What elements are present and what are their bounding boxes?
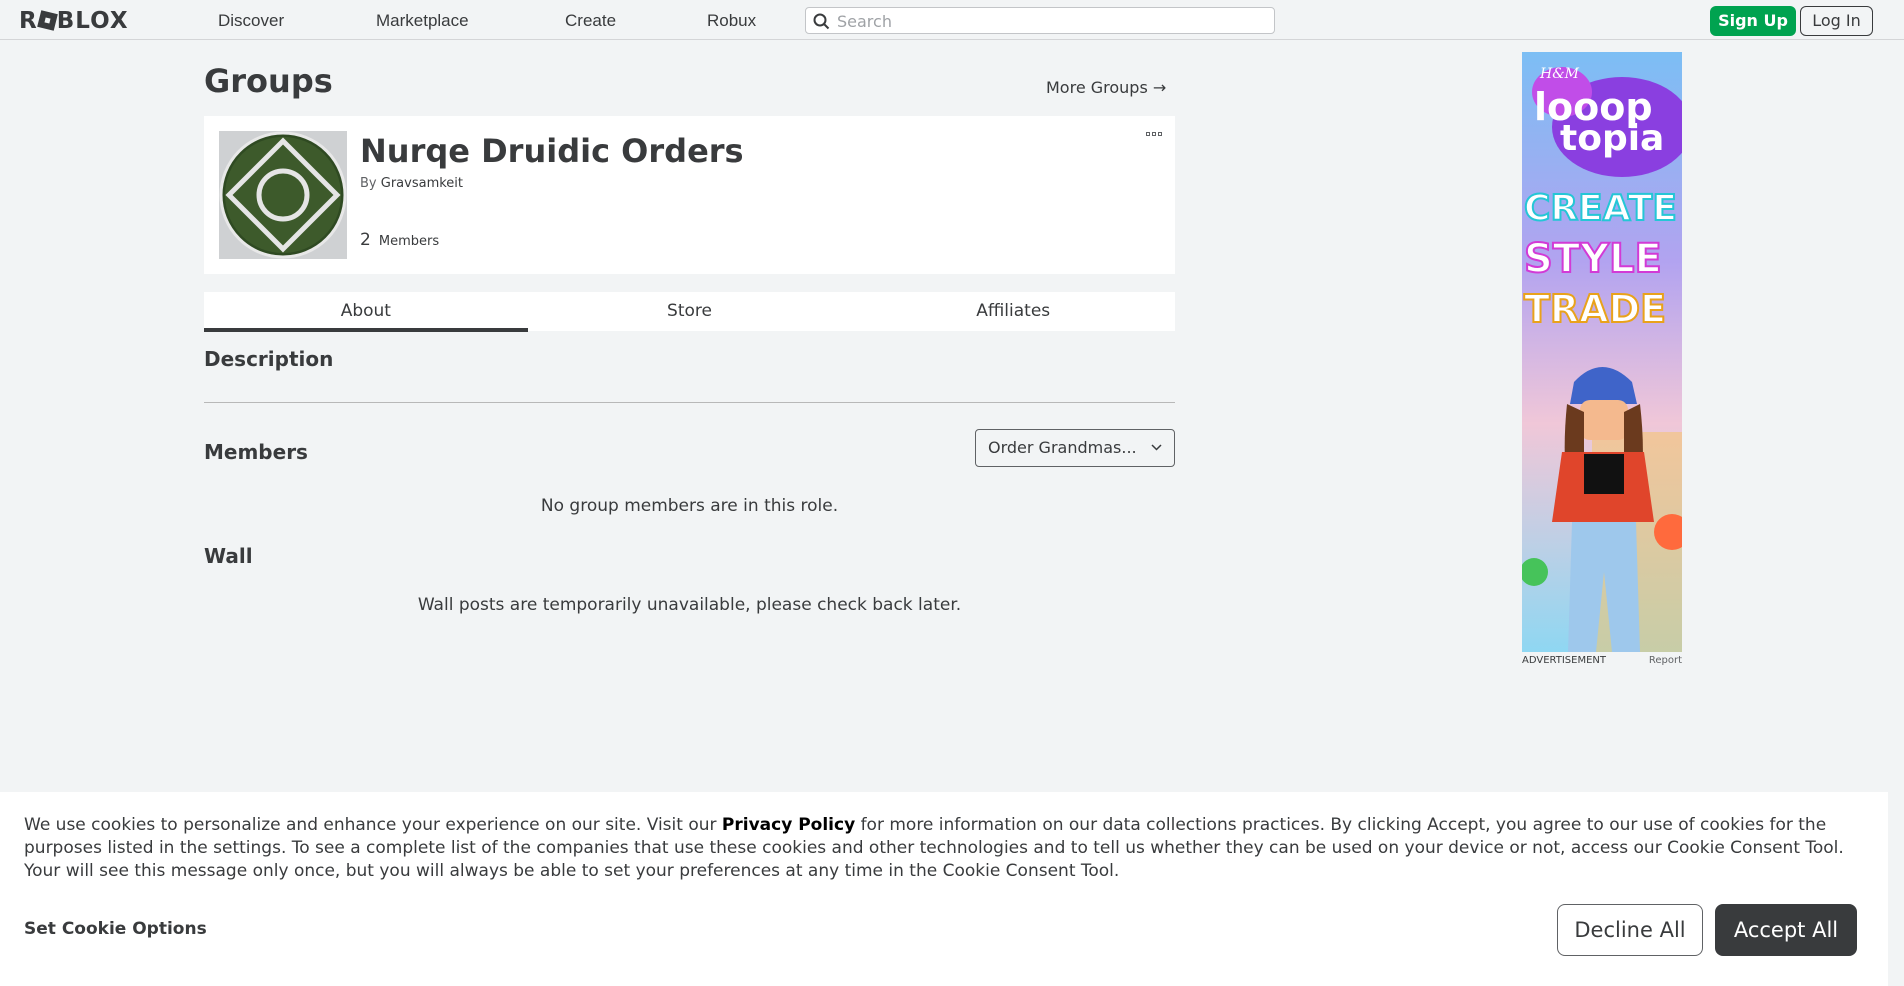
- chevron-down-icon: [1151, 444, 1162, 451]
- top-navigation-bar: R BLOX Discover Marketplace Create Robux …: [0, 0, 1904, 40]
- looptopia-ad-image: H&M looop topia CREATE STYLE TRADE: [1522, 52, 1682, 652]
- members-heading: Members: [204, 440, 308, 464]
- advertisement-banner[interactable]: H&M looop topia CREATE STYLE TRADE: [1522, 52, 1682, 652]
- group-emblem: [219, 131, 347, 259]
- ad-word-style: STYLE: [1524, 236, 1662, 282]
- report-ad-link[interactable]: Report: [1649, 655, 1682, 666]
- ad-brand-text: H&M: [1539, 66, 1580, 82]
- member-count-label: Members: [378, 234, 440, 249]
- search-box: [805, 7, 1275, 34]
- owner-link[interactable]: Gravsamkeit: [381, 176, 463, 191]
- privacy-policy-link[interactable]: Privacy Policy: [722, 815, 855, 835]
- member-count-number: 2: [360, 230, 371, 250]
- role-dropdown-value: Order Grandmas...: [988, 438, 1137, 457]
- cookie-text-part1: We use cookies to personalize and enhanc…: [24, 815, 722, 835]
- wall-heading: Wall: [204, 544, 253, 568]
- search-input[interactable]: [837, 11, 1257, 31]
- decline-all-button[interactable]: Decline All: [1557, 904, 1703, 956]
- accept-all-button[interactable]: Accept All: [1715, 904, 1857, 956]
- member-count: 2 Members: [360, 230, 439, 250]
- search-icon: [813, 13, 830, 30]
- sign-up-button[interactable]: Sign Up: [1710, 6, 1796, 36]
- advertisement-label: ADVERTISEMENT: [1522, 655, 1607, 666]
- wall-empty-message: Wall posts are temporarily unavailable, …: [417, 595, 962, 615]
- group-header-card: Nurqe Druidic Orders By Gravsamkeit 2 Me…: [204, 116, 1175, 274]
- group-name: Nurqe Druidic Orders: [360, 132, 744, 170]
- page-title: Groups: [204, 62, 333, 100]
- ad-footer: ADVERTISEMENT Report: [1522, 655, 1682, 666]
- more-groups-link[interactable]: More Groups →: [1046, 78, 1166, 97]
- section-divider: [204, 402, 1175, 403]
- ad-word-create: CREATE: [1524, 188, 1677, 229]
- by-label: By: [360, 176, 377, 191]
- nav-marketplace[interactable]: Marketplace: [376, 11, 469, 31]
- ad-word-trade: TRADE: [1524, 287, 1666, 331]
- group-tabs: About Store Affiliates: [204, 292, 1175, 332]
- role-dropdown[interactable]: Order Grandmas...: [975, 429, 1175, 467]
- nav-discover[interactable]: Discover: [218, 11, 284, 31]
- ad-title-line2: topia: [1560, 118, 1664, 159]
- description-heading: Description: [204, 347, 334, 371]
- tab-about[interactable]: About: [204, 292, 528, 332]
- more-options-icon[interactable]: [1146, 132, 1164, 140]
- roblox-logo[interactable]: R BLOX: [19, 8, 129, 34]
- cookie-consent-banner: We use cookies to personalize and enhanc…: [0, 792, 1888, 986]
- cookie-message: We use cookies to personalize and enhanc…: [24, 814, 1869, 883]
- nav-create[interactable]: Create: [565, 11, 616, 31]
- tab-affiliates[interactable]: Affiliates: [851, 292, 1175, 331]
- log-in-button[interactable]: Log In: [1800, 6, 1873, 36]
- logo-o-mark-icon: [36, 10, 58, 31]
- tab-store[interactable]: Store: [528, 292, 852, 331]
- members-empty-message: No group members are in this role.: [540, 496, 839, 516]
- group-owner-line: By Gravsamkeit: [360, 176, 463, 191]
- druid-emblem-icon: [219, 131, 347, 259]
- set-cookie-options-link[interactable]: Set Cookie Options: [24, 919, 207, 939]
- nav-robux[interactable]: Robux: [707, 11, 756, 31]
